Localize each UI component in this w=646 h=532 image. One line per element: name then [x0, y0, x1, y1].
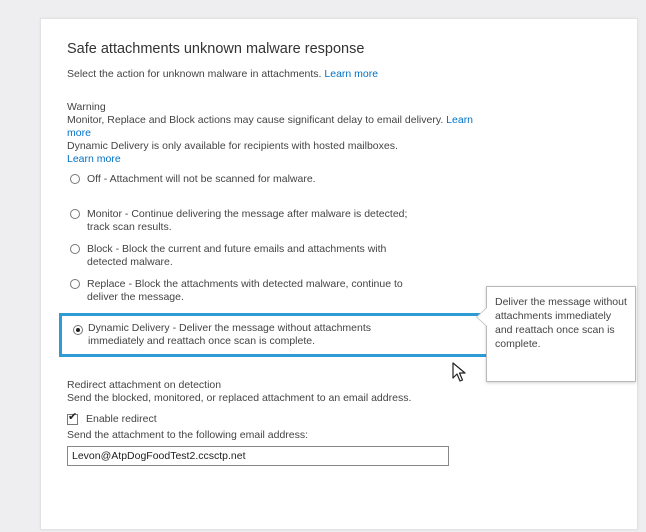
enable-redirect-row[interactable]: ✔ Enable redirect: [67, 410, 487, 425]
option-dynamic-delivery[interactable]: Dynamic Delivery - Deliver the message w…: [59, 313, 517, 357]
redirect-email-input[interactable]: [67, 446, 449, 466]
warning-block: Warning Monitor, Replace and Block actio…: [67, 101, 487, 166]
warning-learn-more-link-2[interactable]: Learn more: [67, 153, 121, 165]
section-subtitle: Select the action for unknown malware in…: [67, 67, 487, 81]
option-block-label: Block - Block the current and future ema…: [87, 243, 387, 268]
radio-replace[interactable]: [70, 279, 80, 289]
send-email-label: Send the attachment to the following ema…: [67, 429, 309, 441]
tooltip-text: Deliver the message without attachments …: [495, 296, 627, 350]
mouse-pointer-icon: [452, 362, 466, 382]
section-title: Safe attachments unknown malware respons…: [67, 41, 365, 57]
option-off-label: Off - Attachment will not be scanned for…: [87, 173, 316, 185]
radio-monitor[interactable]: [70, 209, 80, 219]
checkmark-icon: ✔: [68, 410, 78, 423]
enable-redirect-checkbox[interactable]: ✔: [67, 410, 78, 425]
option-off[interactable]: Off - Attachment will not be scanned for…: [67, 173, 487, 199]
option-monitor-label: Monitor - Continue delivering the messag…: [87, 208, 408, 233]
warning-text-1: Monitor, Replace and Block actions may c…: [67, 114, 444, 126]
redirect-description: Send the blocked, monitored, or replaced…: [67, 392, 412, 404]
option-dynamic-delivery-label: Dynamic Delivery - Deliver the message w…: [88, 322, 372, 347]
option-monitor[interactable]: Monitor - Continue delivering the messag…: [67, 208, 487, 234]
option-replace[interactable]: Replace - Block the attachments with det…: [67, 278, 487, 304]
malware-response-options: Off - Attachment will not be scanned for…: [59, 173, 517, 357]
dynamic-delivery-tooltip: Deliver the message without attachments …: [476, 286, 636, 382]
warning-line-1: Monitor, Replace and Block actions may c…: [67, 114, 487, 140]
warning-text-2: Dynamic Delivery is only available for r…: [67, 140, 398, 152]
enable-redirect-label: Enable redirect: [86, 413, 157, 425]
radio-off[interactable]: [70, 174, 80, 184]
warning-title: Warning: [67, 101, 106, 113]
option-block[interactable]: Block - Block the current and future ema…: [67, 243, 487, 269]
redirect-section: Redirect attachment on detection Send th…: [67, 379, 487, 405]
radio-block[interactable]: [70, 244, 80, 254]
redirect-title: Redirect attachment on detection: [67, 379, 222, 391]
radio-dynamic-delivery[interactable]: [73, 325, 83, 335]
settings-panel: Safe attachments unknown malware respons…: [40, 18, 638, 530]
warning-line-2: Dynamic Delivery is only available for r…: [67, 140, 487, 166]
panel-content: Safe attachments unknown malware respons…: [59, 41, 517, 466]
section-subtitle-text: Select the action for unknown malware in…: [67, 68, 322, 80]
learn-more-link[interactable]: Learn more: [324, 68, 378, 80]
option-replace-label: Replace - Block the attachments with det…: [87, 278, 403, 303]
